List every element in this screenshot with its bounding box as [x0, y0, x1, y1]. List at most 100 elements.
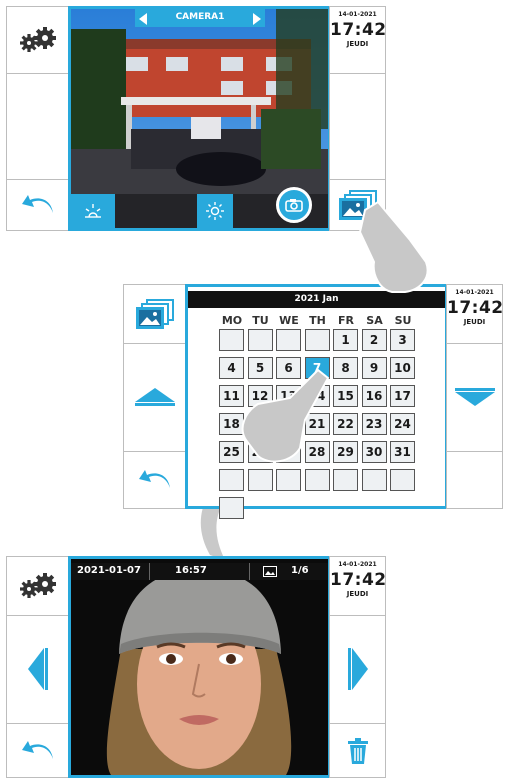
scroll-up-button[interactable] [124, 344, 186, 450]
previous-photo-button[interactable] [7, 616, 69, 722]
calendar-title: 2021 Jan [294, 294, 339, 304]
gallery-button[interactable] [330, 180, 385, 230]
left-column [6, 6, 70, 231]
calendar-day-3[interactable]: 3 [390, 329, 415, 351]
gallery-button[interactable] [124, 285, 186, 343]
scroll-down-button[interactable] [447, 344, 502, 450]
calendar-day-empty [390, 469, 415, 491]
calendar-day-12[interactable]: 12 [247, 385, 273, 407]
weekday-label: WE [279, 314, 299, 327]
right-column: 14-01-2021 17:42 JEUDI [446, 284, 503, 509]
calendar-day-empty [304, 329, 330, 351]
calendar-day-27[interactable]: 27 [276, 441, 301, 463]
calendar-day-6[interactable]: 6 [276, 357, 301, 379]
back-arrow-icon [139, 470, 170, 488]
calendar-day-11[interactable]: 11 [219, 385, 244, 407]
camera-prev-button[interactable] [139, 12, 149, 25]
back-button[interactable] [7, 180, 69, 230]
calendar-day-24[interactable]: 24 [390, 413, 415, 435]
calendar-day-15[interactable]: 15 [333, 385, 358, 407]
calendar-day-14[interactable]: 14 [304, 385, 330, 407]
calendar-day-empty [333, 469, 358, 491]
weekday-label: MO [221, 314, 243, 327]
current-day: JEUDI [346, 40, 369, 48]
settings-button[interactable] [7, 557, 69, 615]
weekday-label: TH [309, 314, 326, 327]
photo-time: 16:57 [175, 565, 207, 576]
calendar-day-2[interactable]: 2 [361, 329, 387, 351]
trash-icon [347, 737, 368, 764]
weekday-label: SU [394, 314, 412, 327]
triangle-left-icon [139, 13, 147, 25]
calendar-day-30[interactable]: 30 [361, 441, 387, 463]
calendar-header: 2021 Jan [188, 291, 445, 308]
calendar-day-13[interactable]: 13 [276, 385, 301, 407]
calendar-day-16[interactable]: 16 [361, 385, 387, 407]
brightness-icon [206, 202, 224, 220]
calendar-day-empty [276, 329, 301, 351]
weekday-label: TU [252, 314, 269, 327]
photo-image [71, 559, 328, 775]
triangle-right-icon [253, 13, 261, 25]
next-photo-button[interactable] [330, 616, 385, 722]
calendar-day-5[interactable]: 5 [247, 357, 273, 379]
clock-widget: 14-01-2021 17:42 JEUDI [330, 11, 386, 48]
calendar-day-20[interactable]: 20 [276, 413, 301, 435]
calendar-day-22[interactable]: 22 [333, 413, 358, 435]
calendar-day-1[interactable]: 1 [333, 329, 358, 351]
photo-counter: 1/6 [291, 565, 309, 576]
triangle-down-icon [454, 388, 495, 406]
calendar-day-21[interactable]: 21 [304, 413, 330, 435]
camera-label: CAMERA1 [175, 12, 225, 22]
back-button[interactable] [124, 452, 186, 508]
photo-icon [263, 566, 277, 577]
triangle-left-icon [28, 648, 48, 690]
back-button[interactable] [7, 724, 69, 777]
calendar-day-empty [219, 469, 244, 491]
calendar-day-empty [219, 497, 244, 519]
snapshot-button[interactable] [276, 187, 312, 223]
camera-selector: CAMERA1 [135, 9, 265, 27]
camera-next-button[interactable] [251, 12, 261, 25]
calendar-day-empty [247, 329, 273, 351]
calendar-day-18[interactable]: 18 [219, 413, 244, 435]
calendar-day-empty [276, 469, 301, 491]
calendar-day-empty [219, 329, 244, 351]
calendar-day-31[interactable]: 31 [390, 441, 415, 463]
bar-divider-2 [249, 563, 250, 580]
calendar-day-4[interactable]: 4 [219, 357, 244, 379]
gallery-icon [136, 299, 174, 329]
settings-button[interactable] [7, 7, 69, 73]
calendar-day-19[interactable]: 19 [247, 413, 273, 435]
calendar-day-25[interactable]: 25 [219, 441, 244, 463]
calendar-day-10[interactable]: 10 [390, 357, 415, 379]
calendar-day-26[interactable]: 26 [247, 441, 273, 463]
gallery-icon [338, 190, 377, 220]
clock-widget: 14-01-2021 17:42 JEUDI [447, 289, 503, 326]
camera-icon [285, 199, 303, 212]
triangle-right-icon [347, 648, 368, 690]
calendar-day-9[interactable]: 9 [361, 357, 387, 379]
calendar-day-17[interactable]: 17 [390, 385, 415, 407]
monitor-live-view: CAMERA1 14-01-2021 17:42 JEUDI [6, 6, 386, 231]
calendar-day-29[interactable]: 29 [333, 441, 358, 463]
camera-video-frame: CAMERA1 [68, 6, 331, 231]
calendar-day-23[interactable]: 23 [361, 413, 387, 435]
photo-frame: 2021-01-07 16:57 1/6 [68, 556, 331, 778]
calendar-day-28[interactable]: 28 [304, 441, 330, 463]
calendar-day-8[interactable]: 8 [333, 357, 358, 379]
gears-icon [20, 27, 56, 52]
light-button[interactable] [71, 194, 115, 228]
photo-date: 2021-01-07 [77, 565, 141, 576]
delete-button[interactable] [330, 724, 385, 777]
triangle-up-icon [135, 388, 175, 406]
light-icon [85, 204, 101, 218]
brightness-button[interactable] [197, 194, 233, 228]
photo-info-bar: 2021-01-07 16:57 1/6 [71, 563, 328, 580]
weekday-label: FR [338, 314, 354, 327]
calendar-day-empty [361, 469, 387, 491]
gears-icon [20, 573, 56, 598]
current-date: 14-01-2021 [338, 561, 377, 568]
calendar-day-7[interactable]: 7 [304, 357, 330, 379]
clock-widget: 14-01-2021 17:42 JEUDI [330, 561, 386, 598]
